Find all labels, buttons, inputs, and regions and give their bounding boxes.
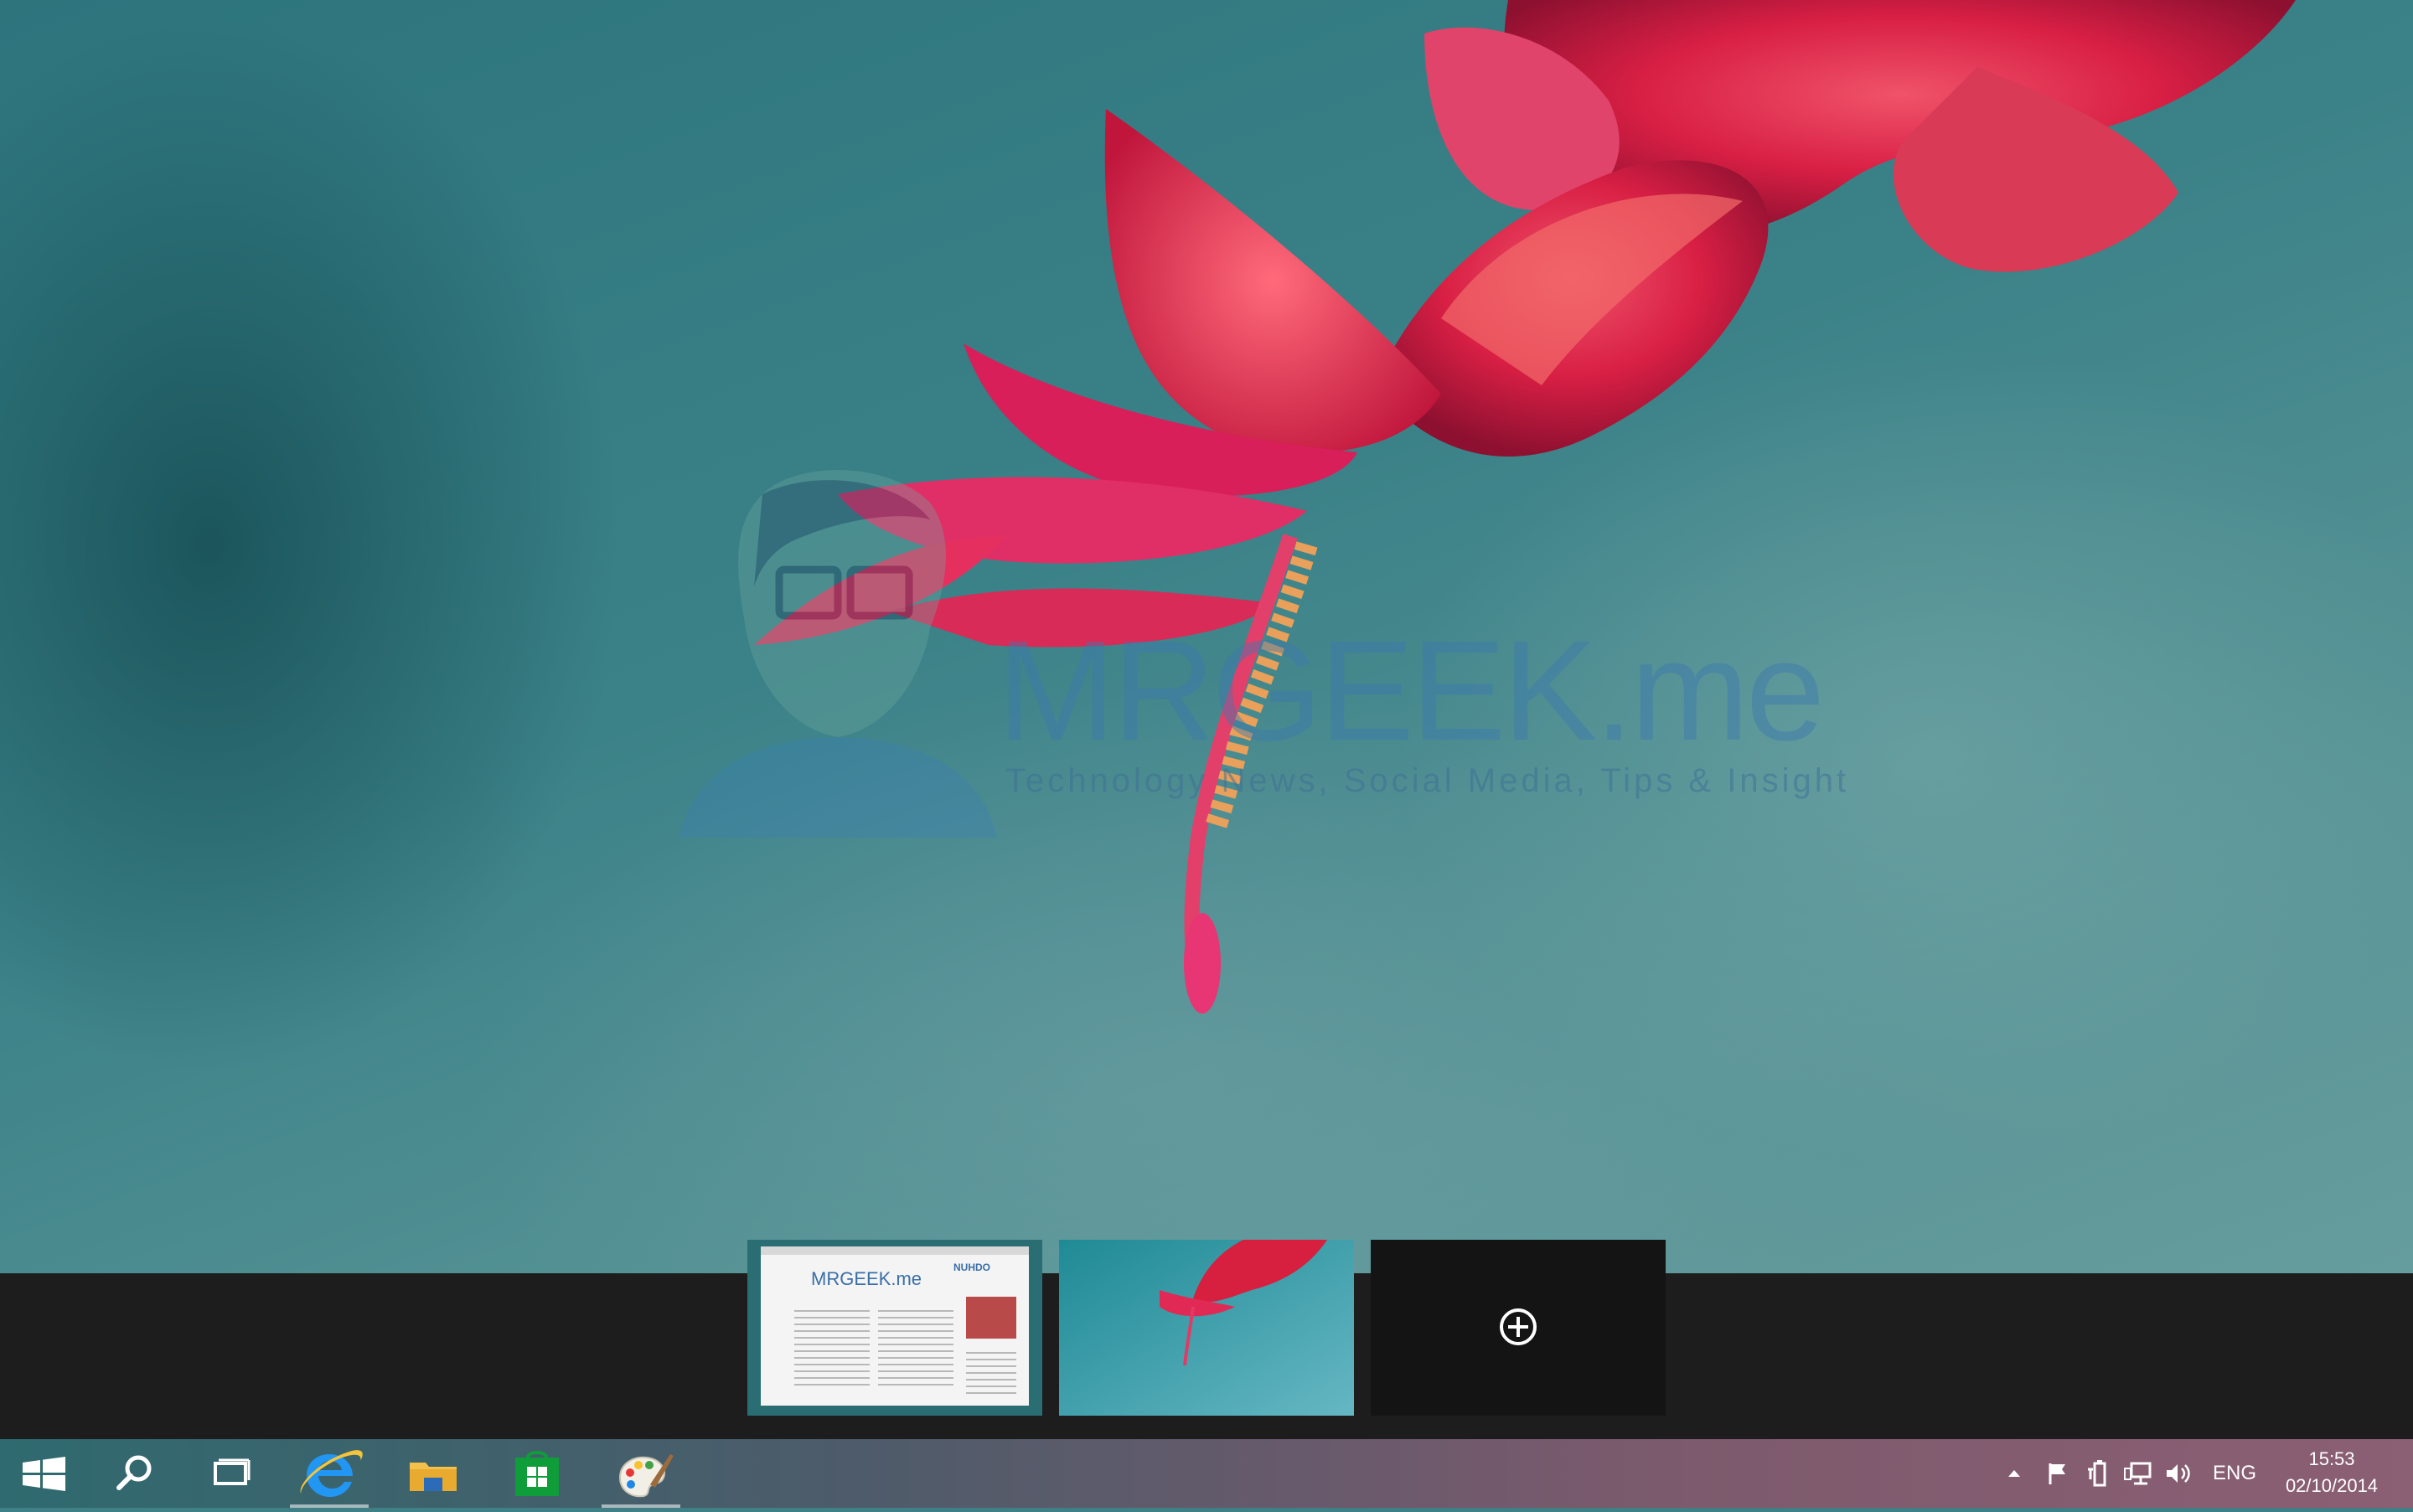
plus-circle-icon	[1500, 1308, 1537, 1345]
taskbar: ENG 15:53 02/10/2014	[0, 1439, 2413, 1508]
taskbar-app-paint[interactable]	[595, 1439, 687, 1508]
windows-logo-icon	[23, 1457, 65, 1491]
task-view-button[interactable]	[183, 1439, 275, 1508]
preview-column	[794, 1305, 870, 1389]
chevron-up-icon	[2008, 1470, 2020, 1477]
internet-explorer-icon	[300, 1450, 363, 1497]
paint-palette-icon	[618, 1454, 674, 1498]
power-button[interactable]	[2080, 1439, 2116, 1508]
virtual-desktop-2[interactable]	[1059, 1240, 1354, 1416]
running-indicator	[602, 1504, 680, 1508]
show-hidden-icons-button[interactable]	[1997, 1439, 2031, 1508]
search-button[interactable]	[87, 1439, 179, 1508]
taskbar-app-store[interactable]	[491, 1439, 583, 1508]
clock[interactable]: 15:53 02/10/2014	[2269, 1446, 2395, 1499]
network-icon	[2124, 1462, 2152, 1485]
desktop-1-preview: MRGEEK.me NUHDO	[761, 1246, 1029, 1406]
running-indicator	[290, 1504, 369, 1508]
network-button[interactable]	[2120, 1439, 2157, 1508]
flag-icon	[2049, 1463, 2065, 1484]
desktop-2-preview	[1059, 1240, 1354, 1416]
search-icon	[116, 1455, 152, 1490]
task-view-icon	[214, 1458, 251, 1485]
taskbar-app-internet-explorer[interactable]	[283, 1439, 375, 1508]
folder-icon	[410, 1463, 457, 1491]
taskbar-app-file-explorer[interactable]	[387, 1439, 479, 1508]
start-button[interactable]	[0, 1439, 92, 1508]
watermark: MRGEEK.me Technology News, Social Media,…	[679, 461, 1846, 838]
preview-logo: MRGEEK.me	[811, 1268, 922, 1289]
virtual-desktop-1[interactable]: MRGEEK.me NUHDO	[747, 1240, 1042, 1416]
preview-column	[966, 1347, 1016, 1397]
store-icon	[515, 1451, 559, 1496]
preview-column	[878, 1305, 953, 1389]
avatar-watermark-icon	[679, 470, 997, 838]
clock-time: 15:53	[2308, 1448, 2355, 1469]
preview-brand: NUHDO	[953, 1262, 990, 1273]
new-desktop-button[interactable]	[1371, 1240, 1666, 1416]
preview-image	[966, 1297, 1016, 1339]
language-indicator[interactable]: ENG	[2205, 1439, 2264, 1508]
action-center-button[interactable]	[2039, 1439, 2076, 1508]
battery-plug-icon	[2088, 1460, 2106, 1487]
speaker-icon	[2167, 1464, 2190, 1483]
language-label: ENG	[2212, 1462, 2256, 1484]
watermark-title: MRGEEK.me	[997, 612, 1825, 771]
clock-date: 02/10/2014	[2285, 1475, 2379, 1496]
volume-button[interactable]	[2160, 1439, 2197, 1508]
watermark-subtitle: Technology News, Social Media, Tips & In…	[1005, 762, 1850, 799]
